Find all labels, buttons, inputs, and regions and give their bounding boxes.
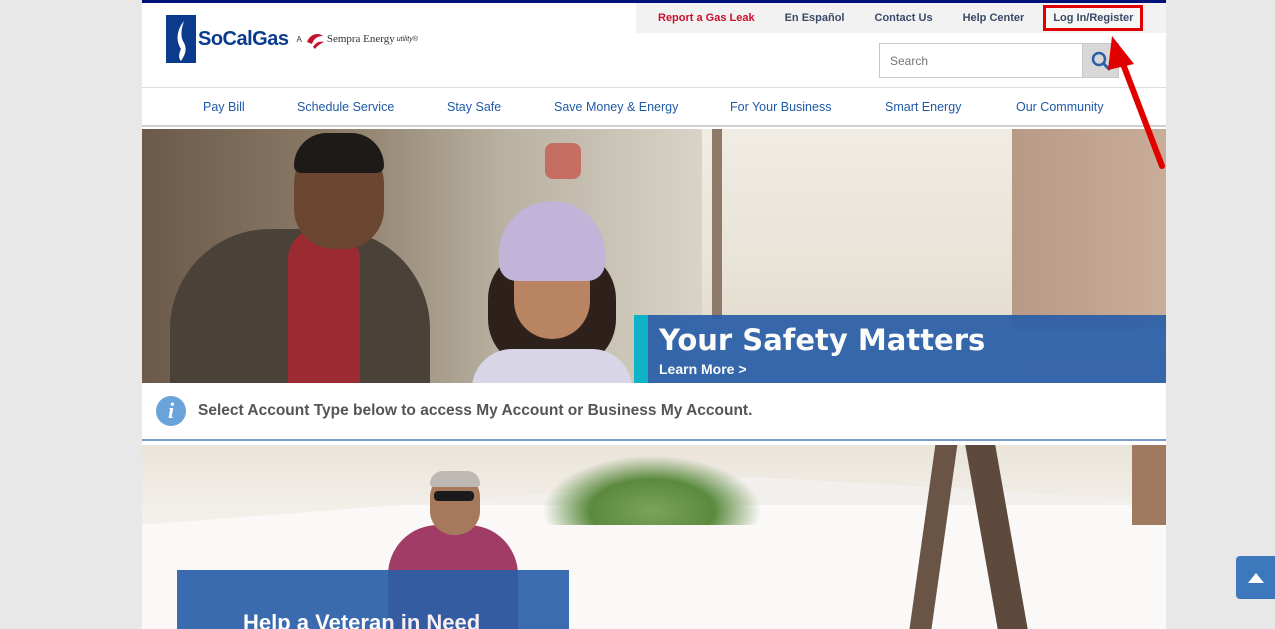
logo-suffix: utility® — [396, 35, 418, 43]
page-container: Report a Gas Leak En Español Contact Us … — [142, 0, 1166, 629]
info-message: Select Account Type below to access My A… — [198, 402, 753, 419]
contact-us-link[interactable]: Contact Us — [860, 12, 948, 24]
search-icon — [1091, 51, 1110, 70]
nav-smart-energy[interactable]: Smart Energy — [885, 100, 961, 114]
en-espanol-link[interactable]: En Español — [770, 12, 860, 24]
promo-accent-bar — [634, 315, 648, 383]
stop-sign-image — [545, 143, 581, 179]
window-shutter — [1132, 445, 1166, 525]
veteran-hair — [430, 471, 480, 487]
flame-logo-icon — [166, 15, 196, 63]
logo-prefix: A — [296, 34, 302, 44]
main-nav: Pay Bill Schedule Service Stay Safe Save… — [142, 87, 1166, 127]
veteran-promo-card[interactable]: Help a Veteran in Need — [177, 570, 569, 629]
hero-girl-body — [472, 349, 632, 383]
search-button[interactable] — [1082, 43, 1119, 78]
info-bar: i Select Account Type below to access My… — [142, 383, 1166, 441]
search-box — [879, 43, 1119, 78]
nav-pay-bill[interactable]: Pay Bill — [203, 100, 245, 114]
logo-tagline: A Sempra Energy utility® — [296, 28, 418, 50]
hero-banner[interactable]: Your Safety Matters Learn More > — [142, 129, 1166, 383]
help-center-link[interactable]: Help Center — [948, 12, 1040, 24]
hero-man-shirt — [288, 229, 360, 383]
report-gas-leak-link[interactable]: Report a Gas Leak — [636, 12, 770, 24]
socalgas-logo[interactable]: SoCalGas A Sempra Energy utility® — [166, 13, 418, 65]
veteran-title: Help a Veteran in Need — [243, 610, 481, 629]
hero-pole — [712, 129, 722, 319]
hero-promo-card[interactable]: Your Safety Matters Learn More > — [634, 315, 1166, 383]
utility-nav: Report a Gas Leak En Español Contact Us … — [636, 3, 1166, 33]
info-icon: i — [156, 396, 186, 426]
veteran-banner[interactable]: Help a Veteran in Need — [142, 445, 1166, 629]
veteran-sunglasses — [434, 491, 474, 501]
hero-title: Your Safety Matters — [659, 323, 986, 357]
nav-save-money-energy[interactable]: Save Money & Energy — [554, 100, 678, 114]
learn-more-link[interactable]: Learn More > — [659, 361, 747, 377]
chevron-up-icon — [1248, 572, 1264, 583]
login-register-link[interactable]: Log In/Register — [1043, 5, 1144, 31]
hero-man-hair — [294, 133, 384, 173]
nav-stay-safe[interactable]: Stay Safe — [447, 100, 501, 114]
hero-building — [1012, 129, 1166, 329]
palm-leaves — [542, 455, 762, 525]
search-input[interactable] — [879, 43, 1082, 78]
logo-parent-name: Sempra Energy — [326, 33, 395, 45]
hero-girl-helmet — [499, 201, 605, 281]
sempra-icon — [306, 34, 324, 49]
nav-schedule-service[interactable]: Schedule Service — [297, 100, 394, 114]
logo-brand-name: SoCalGas — [198, 27, 289, 50]
nav-our-community[interactable]: Our Community — [1016, 100, 1104, 114]
nav-for-your-business[interactable]: For Your Business — [730, 100, 831, 114]
back-to-top-button[interactable] — [1236, 556, 1275, 599]
